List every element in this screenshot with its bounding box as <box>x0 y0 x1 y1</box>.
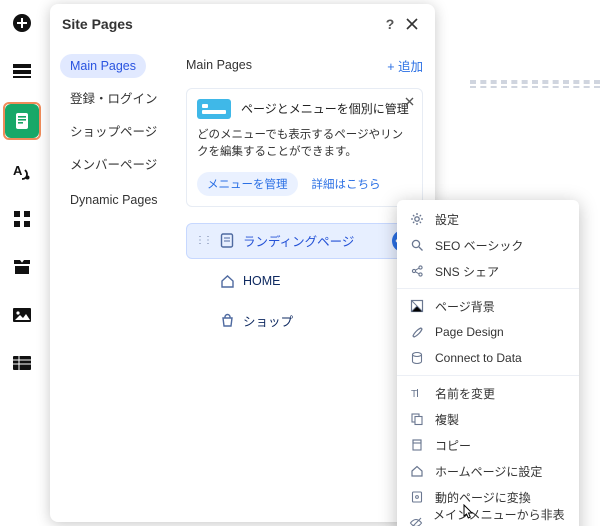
page-icon <box>219 233 235 249</box>
tool-pages-icon[interactable] <box>5 104 39 138</box>
menu-item-label: 設定 <box>435 211 459 228</box>
drag-handle-icon[interactable]: ⋮⋮ <box>195 235 211 246</box>
page-row-label: ランディングページ <box>243 231 384 250</box>
rename-icon: T <box>409 385 425 401</box>
brush-icon <box>409 324 425 340</box>
menu-item-sns[interactable]: SNS シェア <box>397 258 579 284</box>
canvas-guide <box>470 80 600 84</box>
menu-item-label: メインメニューから非表示にする <box>433 506 567 526</box>
left-toolbar: A <box>0 0 44 526</box>
tool-apps-icon[interactable] <box>5 202 39 236</box>
hide-icon <box>409 515 423 526</box>
menu-item-label: コピー <box>435 437 471 454</box>
section-label: Main Pages <box>186 58 387 72</box>
close-icon[interactable] <box>401 13 423 35</box>
shop-icon <box>219 313 235 329</box>
learn-more-link[interactable]: 詳細はこちら <box>312 176 381 192</box>
infobox: ページとメニューを個別に管理 どのメニューでも表示するページやリンクを編集するこ… <box>186 88 423 207</box>
menu-item-set-homepage[interactable]: ホームページに設定 <box>397 458 579 484</box>
menu-item-copy[interactable]: コピー <box>397 432 579 458</box>
sidebar-item[interactable]: 登録・ログイン <box>60 82 170 113</box>
menu-item-rename[interactable]: T 名前を変更 <box>397 380 579 406</box>
menu-item-label: ホームページに設定 <box>435 463 542 480</box>
menu-item-label: SNS シェア <box>435 263 499 280</box>
background-icon <box>409 298 425 314</box>
infobox-title: ページとメニューを個別に管理 <box>241 101 412 117</box>
help-icon[interactable]: ? <box>379 13 401 35</box>
share-icon <box>409 263 425 279</box>
sidebar-item-main[interactable]: Main Pages <box>60 54 146 78</box>
page-context-menu: 設定 SEO ベーシック SNS シェア ページ背景 Page Design C… <box>397 200 579 526</box>
canvas-guide <box>470 86 600 88</box>
menu-item-connect-data[interactable]: Connect to Data <box>397 345 579 371</box>
home-icon <box>409 463 425 479</box>
menu-item-label: 動的ページに変換 <box>435 489 531 506</box>
home-icon <box>219 273 235 289</box>
tool-data-icon[interactable] <box>5 346 39 380</box>
menu-item-duplicate[interactable]: 複製 <box>397 406 579 432</box>
menu-separator <box>397 288 579 289</box>
infobox-close-icon[interactable] <box>405 95 414 109</box>
page-row-label: ショップ <box>243 311 414 330</box>
tool-add-icon[interactable] <box>5 6 39 40</box>
add-page-button[interactable]: + 追加 <box>387 56 423 75</box>
duplicate-icon <box>409 411 425 427</box>
gear-icon <box>409 211 425 227</box>
sidebar-item[interactable]: ショップページ <box>60 115 170 146</box>
sidebar-item[interactable]: メンバーページ <box>60 148 170 179</box>
panel-header: Site Pages ? <box>50 4 435 44</box>
panel-title: Site Pages <box>62 16 379 32</box>
svg-text:T: T <box>411 389 417 400</box>
menu-illustration-icon <box>197 99 231 119</box>
menu-item-seo[interactable]: SEO ベーシック <box>397 232 579 258</box>
dynamic-icon <box>409 489 425 505</box>
page-row[interactable]: ⋮⋮ ショップ <box>186 303 423 339</box>
menu-item-label: 名前を変更 <box>435 385 495 402</box>
menu-item-label: ページ背景 <box>435 298 495 315</box>
sidebar-item-dynamic[interactable]: Dynamic Pages <box>60 187 170 213</box>
infobox-desc: どのメニューでも表示するページやリンクを編集することができます。 <box>197 127 412 162</box>
page-row[interactable]: ⋮⋮ HOME <box>186 263 423 299</box>
menu-item-hide[interactable]: メインメニューから非表示にする <box>397 510 579 526</box>
page-row-label: HOME <box>243 274 414 288</box>
tool-media-icon[interactable] <box>5 298 39 332</box>
tool-pages-highlight <box>3 102 41 140</box>
copy-icon <box>409 437 425 453</box>
site-pages-panel: Site Pages ? Main Pages 登録・ログイン ショップページ … <box>50 4 435 522</box>
page-row[interactable]: ⋮⋮ ランディングページ ••• <box>186 223 423 259</box>
manage-menu-button[interactable]: メニューを管理 <box>197 172 298 196</box>
menu-item-label: 複製 <box>435 411 459 428</box>
data-icon <box>409 350 425 366</box>
panel-sidebar: Main Pages 登録・ログイン ショップページ メンバーページ Dynam… <box>50 44 180 522</box>
tool-theme-icon[interactable]: A <box>5 154 39 188</box>
tool-sections-icon[interactable] <box>5 54 39 88</box>
menu-item-label: Connect to Data <box>435 351 522 365</box>
svg-text:A: A <box>13 163 23 178</box>
menu-item-design[interactable]: Page Design <box>397 319 579 345</box>
tool-market-icon[interactable] <box>5 250 39 284</box>
menu-separator <box>397 375 579 376</box>
page-list: ⋮⋮ ランディングページ ••• ⋮⋮ HOME <box>186 223 423 339</box>
menu-item-background[interactable]: ページ背景 <box>397 293 579 319</box>
menu-item-settings[interactable]: 設定 <box>397 206 579 232</box>
menu-item-label: SEO ベーシック <box>435 237 523 254</box>
menu-item-label: Page Design <box>435 325 504 339</box>
seo-icon <box>409 237 425 253</box>
